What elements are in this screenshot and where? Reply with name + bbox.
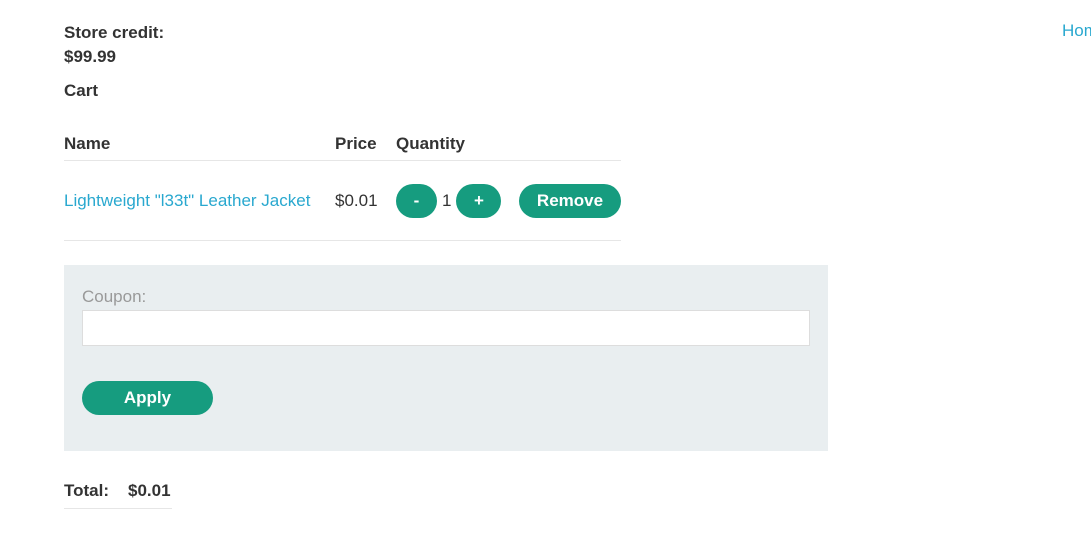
cart-item-actions-cell: Remove xyxy=(510,160,621,241)
column-header-actions xyxy=(510,126,621,161)
cart-header-row: Name Price Quantity xyxy=(64,126,621,161)
home-link[interactable]: Home xyxy=(1062,21,1091,41)
cart-heading: Cart xyxy=(64,81,99,100)
store-credit: Store credit: $99.99 xyxy=(64,21,164,69)
apply-coupon-button[interactable]: Apply xyxy=(82,381,213,415)
cart-item-price: $0.01 xyxy=(335,160,396,241)
coupon-label: Coupon: xyxy=(82,287,147,306)
quantity-stepper: - 1 + xyxy=(396,183,510,218)
cart-item-quantity-cell: - 1 + xyxy=(396,160,511,241)
total-value: $0.01 xyxy=(128,481,171,500)
coupon-input[interactable] xyxy=(82,310,810,346)
cart-table: Name Price Quantity Lightweight "l33t" L… xyxy=(64,126,621,241)
product-link[interactable]: Lightweight "l33t" Leather Jacket xyxy=(64,191,310,210)
column-header-name: Name xyxy=(64,126,335,161)
decrement-quantity-button[interactable]: - xyxy=(396,183,437,218)
quantity-value: 1 xyxy=(442,190,452,210)
cart-row: Lightweight "l33t" Leather Jacket $0.01 … xyxy=(64,160,621,241)
remove-item-button[interactable]: Remove xyxy=(519,183,621,218)
column-header-price: Price xyxy=(335,126,396,161)
increment-quantity-button[interactable]: + xyxy=(456,183,502,218)
cart-total: Total: $0.01 xyxy=(64,481,172,509)
total-label: Total: xyxy=(64,481,110,500)
cart-item-name-cell: Lightweight "l33t" Leather Jacket xyxy=(64,160,335,241)
column-header-quantity: Quantity xyxy=(396,126,511,161)
page: Home Store credit: $99.99 Cart Name Pric… xyxy=(0,0,1091,533)
coupon-form: Coupon: Apply xyxy=(64,265,828,451)
store-credit-label: Store credit: xyxy=(64,23,165,42)
store-credit-value: $99.99 xyxy=(64,47,116,66)
